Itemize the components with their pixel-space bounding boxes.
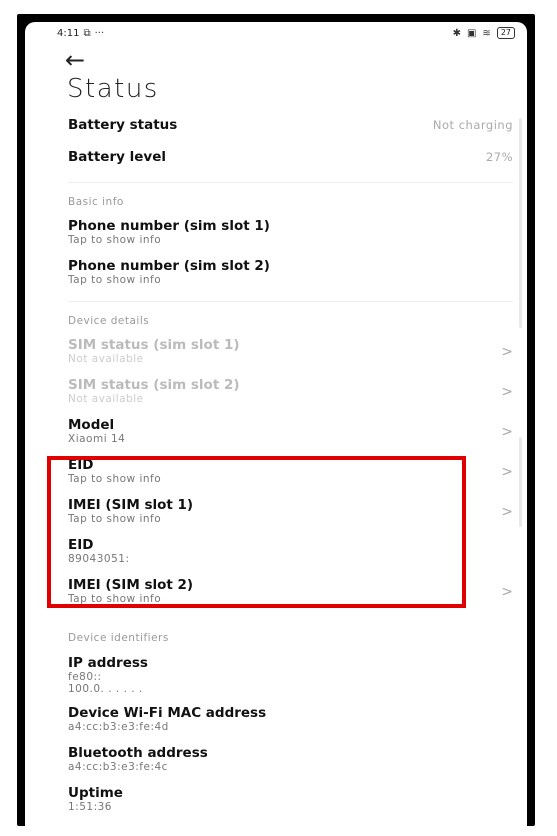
uptime-title: Uptime bbox=[68, 785, 123, 801]
ip-address-sub: fe80:: bbox=[68, 671, 102, 683]
bluetooth-address-title: Bluetooth address bbox=[68, 745, 208, 761]
scrollbar[interactable] bbox=[519, 118, 522, 328]
bluetooth-address-sub: a4:cc:b3:e3:fe:4c bbox=[68, 761, 168, 773]
wifi-icon: ≋ bbox=[482, 27, 491, 39]
section-header-device-identifiers: Device identifiers bbox=[68, 632, 169, 644]
battery-level-value: 27% bbox=[485, 150, 513, 164]
model-title: Model bbox=[68, 417, 115, 433]
battery-status-value: Not charging bbox=[432, 118, 513, 132]
battery-text: 27 bbox=[500, 28, 511, 37]
chevron-right-icon: > bbox=[501, 344, 513, 360]
sim-status-slot1-sub: Not available bbox=[68, 353, 144, 365]
cast-icon: ⧉ bbox=[83, 28, 91, 39]
scrollbar[interactable] bbox=[519, 437, 522, 527]
status-screen: 4:11 ⧉ ··· ✱ ▣ ≋ 27 ← Status Battery sta… bbox=[25, 22, 527, 826]
status-time: 4:11 bbox=[57, 28, 80, 39]
battery-level-row: Battery level 27% bbox=[68, 150, 513, 165]
chevron-right-icon: > bbox=[501, 384, 513, 400]
uptime-sub: 1:51:36 bbox=[68, 801, 112, 813]
highlight-box bbox=[47, 456, 466, 608]
battery-level-label: Battery level bbox=[68, 149, 166, 165]
wifi-mac-row[interactable]: Device Wi-Fi MAC address a4:cc:b3:e3:fe:… bbox=[68, 705, 513, 734]
phone-number-sim2-sub: Tap to show info bbox=[68, 274, 162, 286]
sim-status-slot2-sub: Not available bbox=[68, 393, 144, 405]
phone-number-sim2-title: Phone number (sim slot 2) bbox=[68, 258, 270, 274]
sim-status-slot2-row[interactable]: SIM status (sim slot 2) Not available > bbox=[68, 377, 513, 406]
status-bar: 4:11 ⧉ ··· ✱ ▣ ≋ 27 bbox=[25, 22, 527, 46]
wifi-mac-sub: a4:cc:b3:e3:fe:4d bbox=[68, 721, 169, 733]
sim-status-slot2-title: SIM status (sim slot 2) bbox=[68, 377, 240, 393]
chevron-right-icon: > bbox=[501, 464, 513, 480]
sim-status-slot1-title: SIM status (sim slot 1) bbox=[68, 337, 240, 353]
wifi-mac-title: Device Wi-Fi MAC address bbox=[68, 705, 267, 721]
phone-number-sim2-row[interactable]: Phone number (sim slot 2) Tap to show in… bbox=[68, 258, 513, 287]
chevron-right-icon: > bbox=[501, 424, 513, 440]
nfc-icon: ▣ bbox=[466, 27, 477, 39]
phone-number-sim1-row[interactable]: Phone number (sim slot 1) Tap to show in… bbox=[68, 218, 513, 247]
model-sub: Xiaomi 14 bbox=[68, 433, 126, 445]
bluetooth-address-row[interactable]: Bluetooth address a4:cc:b3:e3:fe:4c bbox=[68, 745, 513, 774]
battery-status-row: Battery status Not charging bbox=[68, 118, 513, 133]
more-dots-icon: ··· bbox=[94, 28, 105, 39]
page-title: Status bbox=[67, 74, 159, 104]
divider bbox=[68, 182, 513, 183]
ip-address-title: IP address bbox=[68, 655, 148, 671]
chevron-right-icon: > bbox=[501, 584, 513, 600]
ip-address-row[interactable]: IP address fe80:: 100.0. . . . . . bbox=[68, 655, 513, 696]
phone-number-sim1-title: Phone number (sim slot 1) bbox=[68, 218, 270, 234]
ip-address-sub2: 100.0. . . . . . bbox=[68, 683, 143, 695]
model-row[interactable]: Model Xiaomi 14 > bbox=[68, 417, 513, 446]
sim-status-slot1-row[interactable]: SIM status (sim slot 1) Not available > bbox=[68, 337, 513, 366]
back-arrow-icon[interactable]: ← bbox=[65, 46, 85, 74]
uptime-row[interactable]: Uptime 1:51:36 bbox=[68, 785, 513, 814]
section-header-basic-info: Basic info bbox=[68, 196, 124, 208]
chevron-right-icon: > bbox=[501, 504, 513, 520]
phone-number-sim1-sub: Tap to show info bbox=[68, 234, 162, 246]
divider bbox=[68, 301, 513, 302]
section-header-device-details: Device details bbox=[68, 315, 150, 327]
battery-icon: 27 bbox=[496, 27, 515, 39]
bluetooth-icon: ✱ bbox=[452, 27, 461, 39]
